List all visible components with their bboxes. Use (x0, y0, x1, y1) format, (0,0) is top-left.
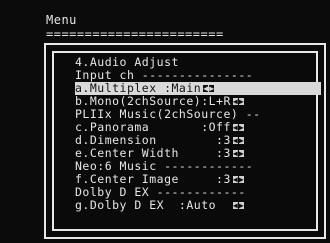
menu-item-label: g.Dolby D EX :Auto (75, 198, 231, 212)
menu-item-label: f.Center Image :3 (75, 172, 231, 186)
menu-item-label: Dolby D EX ------------ (75, 185, 246, 199)
left-right-arrow-icon[interactable]: ◀▶ (232, 134, 245, 147)
menu-item-label: c.Panorama :Off (75, 120, 231, 134)
left-right-arrow-icon[interactable]: ◀▶ (232, 121, 245, 134)
menu-item-label: Neo:6 Music ------------ (75, 159, 254, 173)
menu-item-label: d.Dimension :3 (75, 133, 231, 147)
menu-title: Menu (46, 13, 77, 27)
menu-item-label: PLIIx Music(2chSource) -- (75, 107, 261, 121)
panel-body: 4.Audio Adjust Input ch --------------- a… (75, 56, 321, 212)
audio-adjust-panel: 4.Audio Adjust Input ch --------------- a… (44, 43, 326, 239)
menu-item-label: e.Center Width :3 (75, 146, 231, 160)
left-right-arrow-icon[interactable]: ◀▶ (232, 199, 245, 212)
menu-item-label: Input ch --------------- (75, 68, 254, 82)
menu-item[interactable]: g.Dolby D EX :Auto ◀▶ (75, 199, 321, 212)
menu-divider: ======================= (46, 27, 224, 41)
menu-item-label: b.Mono(2chSource):L+R (75, 94, 231, 108)
menu-items: Input ch --------------- a.Multiplex :Mai… (75, 69, 321, 212)
menu-item-label: a.Multiplex :Main (75, 81, 202, 95)
